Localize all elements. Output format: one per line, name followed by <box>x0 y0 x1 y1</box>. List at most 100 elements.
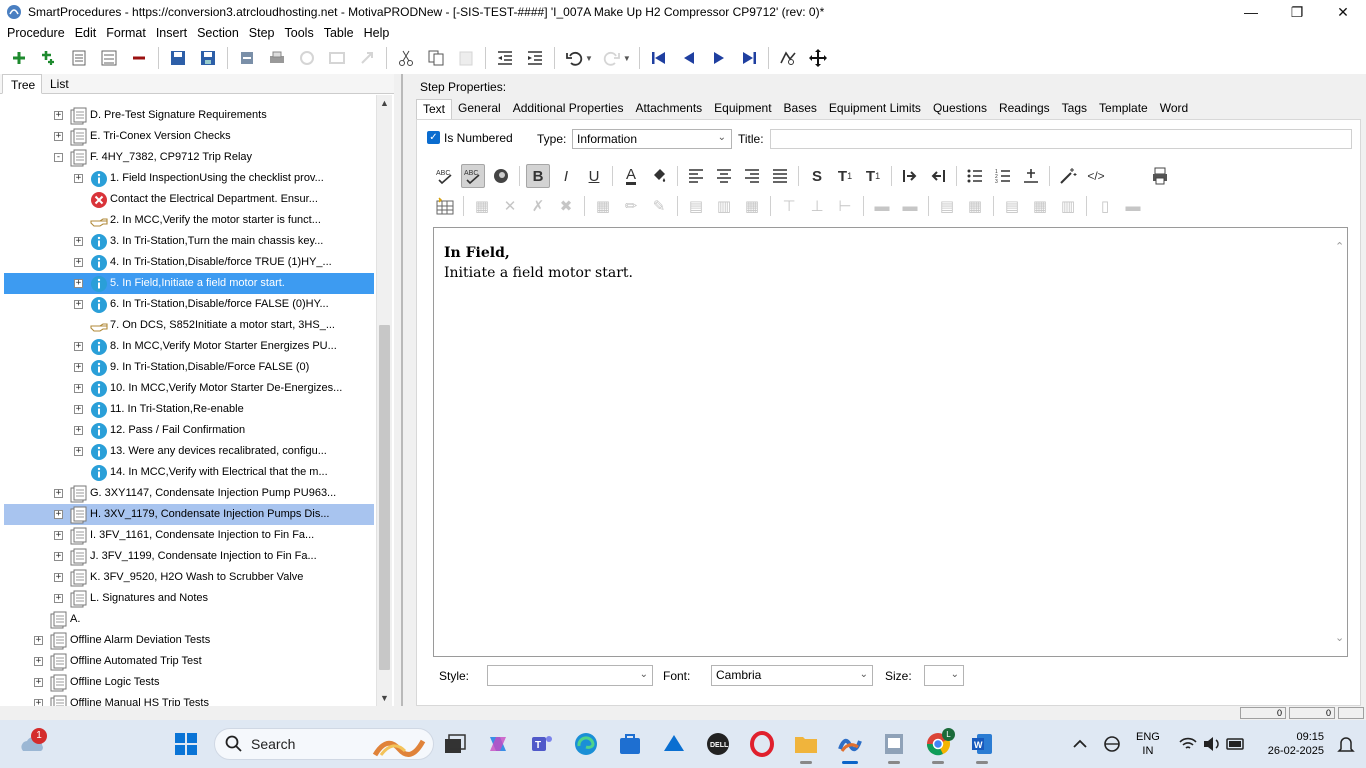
paste-icon[interactable] <box>455 47 477 69</box>
tab-text[interactable]: Text <box>416 99 453 119</box>
tree-row[interactable]: + Offline Alarm Deviation Tests <box>4 630 374 651</box>
expand-icon[interactable]: + <box>54 594 63 603</box>
indent-icon[interactable] <box>524 47 546 69</box>
scroll-down-icon[interactable]: ▼ <box>380 693 389 703</box>
first-step-icon[interactable] <box>648 47 670 69</box>
menu-tools[interactable]: Tools <box>280 26 319 40</box>
tab-bases[interactable]: Bases <box>778 99 823 119</box>
tree-row[interactable]: - F. 4HY_7382, CP9712 Trip Relay <box>4 147 374 168</box>
outdent-icon[interactable] <box>494 47 516 69</box>
justify-icon[interactable] <box>768 164 792 188</box>
bullet-list-icon[interactable] <box>963 164 987 188</box>
table-properties-icon[interactable]: ✎ <box>647 194 671 218</box>
redo-icon[interactable] <box>601 47 623 69</box>
tree-row[interactable]: + Offline Automated Trip Test <box>4 651 374 672</box>
expand-icon[interactable]: + <box>74 426 83 435</box>
split-cells-icon[interactable]: ▤ <box>935 194 959 218</box>
align-left-icon[interactable] <box>684 164 708 188</box>
rich-text-editor[interactable]: In Field, Initiate a field motor start. … <box>433 227 1348 657</box>
menu-format[interactable]: Format <box>101 26 151 40</box>
export-icon[interactable] <box>236 47 258 69</box>
tab-attachments[interactable]: Attachments <box>629 99 708 119</box>
window-icon[interactable] <box>326 47 348 69</box>
vertical-bar-icon[interactable]: ▯ <box>1093 194 1117 218</box>
move-icon[interactable] <box>807 47 829 69</box>
expand-icon[interactable]: + <box>74 300 83 309</box>
word-icon[interactable]: W <box>966 728 998 764</box>
collapse-icon[interactable]: - <box>54 153 63 162</box>
scrollbar-thumb[interactable] <box>379 325 390 670</box>
notification-bell-icon[interactable] <box>1330 728 1362 760</box>
menu-edit[interactable]: Edit <box>70 26 102 40</box>
task-view-icon[interactable] <box>438 728 470 760</box>
panel-splitter[interactable] <box>397 74 407 706</box>
insert-column-left-icon[interactable]: ▤ <box>684 194 708 218</box>
spellcheck-options-icon[interactable] <box>489 164 513 188</box>
chevron-up-icon[interactable] <box>1064 728 1096 760</box>
subscript-icon[interactable]: T1 <box>861 164 885 188</box>
type-select[interactable]: Information ⌄ <box>572 129 732 149</box>
table-delete-icon[interactable]: ▦ <box>470 194 494 218</box>
tree-row[interactable]: +9. In Tri-Station,Disable/Force FALSE (… <box>4 357 374 378</box>
tab-word[interactable]: Word <box>1154 99 1194 119</box>
expand-icon[interactable]: + <box>34 678 43 687</box>
previous-step-icon[interactable] <box>678 47 700 69</box>
column-width-icon[interactable]: ▬ <box>898 194 922 218</box>
cell-valign-middle-icon[interactable]: ▦ <box>1028 194 1052 218</box>
expand-icon[interactable]: + <box>54 573 63 582</box>
cell-align-icon[interactable]: ▦ <box>963 194 987 218</box>
superscript-icon[interactable]: T1 <box>833 164 857 188</box>
size-select[interactable]: ⌄ <box>924 665 964 686</box>
tab-questions[interactable]: Questions <box>927 99 993 119</box>
tree-row[interactable]: +3. In Tri-Station,Turn the main chassis… <box>4 231 374 252</box>
expand-icon[interactable]: + <box>54 489 63 498</box>
is-numbered-checkbox[interactable]: ✓ <box>427 131 440 144</box>
insert-column-right-icon[interactable]: ▥ <box>712 194 736 218</box>
increase-indent-icon[interactable] <box>898 164 922 188</box>
numbered-list-icon[interactable]: 123 <box>991 164 1015 188</box>
table-split-icon[interactable]: ✕ <box>498 194 522 218</box>
tree-row[interactable]: + L. Signatures and Notes <box>4 588 374 609</box>
taskbar-clock[interactable]: 09:15 26-02-2025 <box>1258 730 1324 758</box>
list-view-icon[interactable] <box>98 47 120 69</box>
tree-row[interactable]: A. <box>4 609 374 630</box>
menu-step[interactable]: Step <box>244 26 280 40</box>
print-preview-icon[interactable] <box>1148 164 1172 188</box>
tree-row[interactable]: + J. 3FV_1199, Condensate Injection to Fi… <box>4 546 374 567</box>
tree-row[interactable]: +12. Pass / Fail Confirmation <box>4 420 374 441</box>
spellcheck-icon[interactable]: ABC <box>433 164 457 188</box>
expand-icon[interactable]: + <box>74 363 83 372</box>
start-windows-icon[interactable] <box>170 728 202 760</box>
tab-tree[interactable]: Tree <box>2 74 43 94</box>
undo-dropdown-icon[interactable]: ▼ <box>585 54 593 63</box>
tree-row[interactable]: + Offline Logic Tests <box>4 672 374 693</box>
taskbar-search[interactable]: Search <box>214 728 434 760</box>
underline-icon[interactable]: U <box>582 164 606 188</box>
opera-icon[interactable] <box>746 728 778 760</box>
weather-widget-icon[interactable]: 1 <box>16 728 48 760</box>
copy-icon[interactable] <box>425 47 447 69</box>
next-step-icon[interactable] <box>708 47 730 69</box>
list-icon[interactable] <box>68 47 90 69</box>
expand-icon[interactable]: + <box>34 636 43 645</box>
horizontal-bar-icon[interactable]: ▬ <box>1121 194 1145 218</box>
tab-list[interactable]: List <box>42 74 75 94</box>
highlight-color-icon[interactable] <box>647 164 671 188</box>
font-select[interactable]: Cambria ⌄ <box>711 665 873 686</box>
undo-icon[interactable] <box>563 47 585 69</box>
insert-table-icon[interactable] <box>433 194 457 218</box>
redo-arrow-icon[interactable] <box>356 47 378 69</box>
expand-icon[interactable]: + <box>74 237 83 246</box>
expand-icon[interactable]: + <box>54 531 63 540</box>
store-icon[interactable] <box>614 728 646 760</box>
chrome-icon[interactable]: L <box>922 728 955 764</box>
chevron-down-icon[interactable]: ⌄ <box>1335 631 1344 644</box>
expand-icon[interactable]: + <box>74 405 83 414</box>
insert-line-icon[interactable] <box>1019 164 1043 188</box>
dell-icon[interactable]: DELL <box>702 728 734 760</box>
restore-button[interactable]: ❐ <box>1274 0 1320 24</box>
remove-icon[interactable] <box>128 47 150 69</box>
tab-additional-properties[interactable]: Additional Properties <box>507 99 630 119</box>
html-source-icon[interactable]: </> <box>1084 164 1108 188</box>
tree-row[interactable]: + E. Tri-Conex Version Checks <box>4 126 374 147</box>
